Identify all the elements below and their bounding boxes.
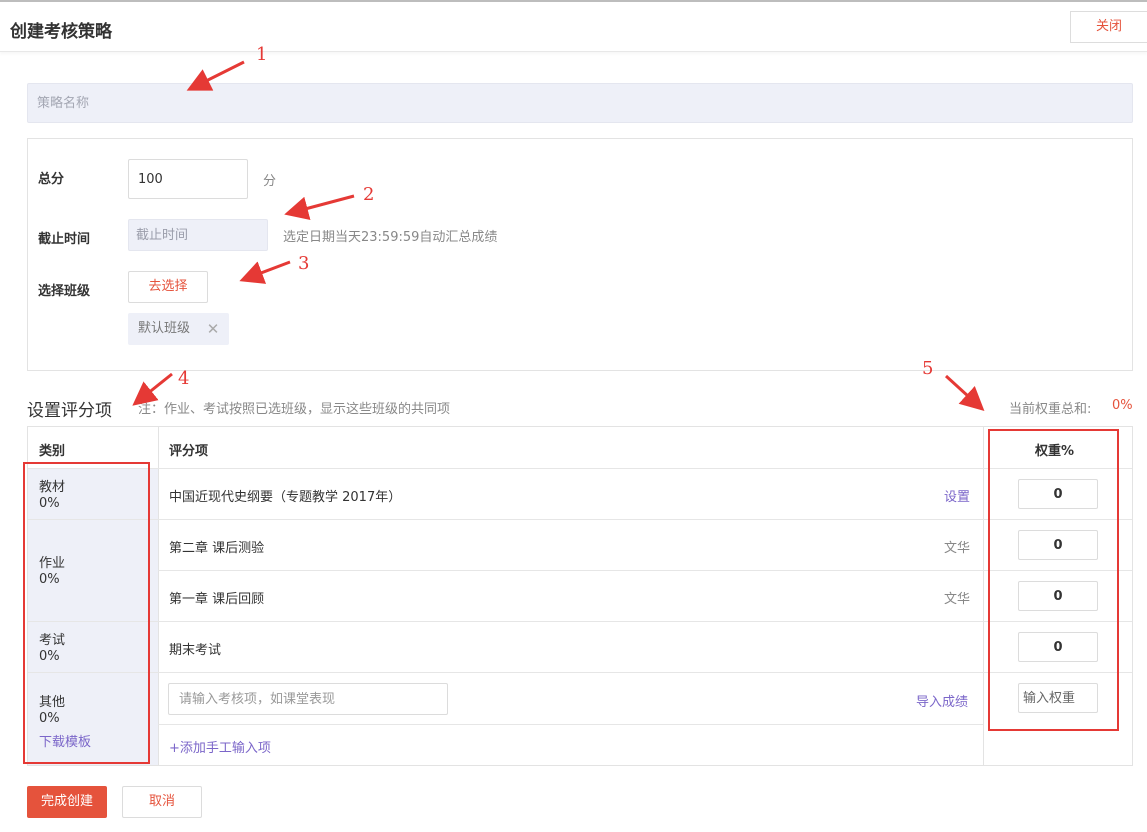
item-textbook: 中国近现代史纲要（专题教学 2017年） <box>169 490 402 505</box>
row-divider <box>28 621 1132 622</box>
deadline-input[interactable] <box>128 219 268 251</box>
item-settings-link[interactable]: 设置 <box>944 486 970 505</box>
choose-class-button[interactable]: 去选择 <box>128 271 208 303</box>
deadline-label: 截止时间 <box>38 232 91 247</box>
class-tag: 默认班级 ✕ <box>128 313 229 345</box>
annotation-number: 1 <box>256 44 268 65</box>
submit-button[interactable]: 完成创建 <box>27 786 107 818</box>
header-category: 类别 <box>39 444 66 459</box>
page-title: 创建考核策略 <box>10 22 112 42</box>
category-other-pct: 0% <box>39 711 60 726</box>
column-divider <box>158 427 159 765</box>
total-score-input[interactable] <box>128 159 248 199</box>
category-exam-pct: 0% <box>39 649 60 664</box>
category-homework: 作业 <box>39 556 66 571</box>
category-homework-pct: 0% <box>39 572 60 587</box>
item-author: 文华 <box>944 541 971 556</box>
category-other: 其他 <box>39 695 66 710</box>
category-textbook-pct: 0% <box>39 496 60 511</box>
annotation-number: 5 <box>922 358 934 379</box>
header-weight: 权重% <box>1035 444 1075 459</box>
row-divider <box>28 672 1132 673</box>
page-header: 创建考核策略 关闭 <box>0 2 1147 52</box>
category-textbook: 教材 <box>39 480 66 495</box>
close-icon[interactable]: ✕ <box>204 313 222 345</box>
cancel-button[interactable]: 取消 <box>122 786 202 818</box>
weight-sum-value: 0% <box>1112 398 1133 413</box>
item-homework-2: 第一章 课后回顾 <box>169 592 265 607</box>
weight-input-homework-1[interactable] <box>1018 530 1098 560</box>
weight-input-final-exam[interactable] <box>1018 632 1098 662</box>
row-divider <box>158 570 1132 571</box>
score-unit: 分 <box>263 174 277 189</box>
annotation-arrow-5 <box>944 374 985 412</box>
total-score-label: 总分 <box>38 172 65 187</box>
item-final-exam: 期末考试 <box>169 643 222 658</box>
row-divider <box>28 519 1132 520</box>
item-homework-1: 第二章 课后测验 <box>169 541 265 556</box>
add-manual-item-link[interactable]: +添加手工输入项 <box>169 737 271 756</box>
column-divider <box>983 427 984 765</box>
header-item: 评分项 <box>169 444 209 459</box>
annotation-number: 2 <box>363 184 375 205</box>
annotation-number: 3 <box>298 253 310 274</box>
strategy-name-input[interactable] <box>27 83 1133 123</box>
import-scores-link[interactable]: 导入成绩 <box>916 691 968 710</box>
section-title: 设置评分项 <box>27 401 112 421</box>
class-tag-label: 默认班级 <box>138 321 191 336</box>
other-item-input[interactable] <box>168 683 448 715</box>
annotation-number: 4 <box>178 368 190 389</box>
class-label: 选择班级 <box>38 284 91 299</box>
weight-input-other[interactable] <box>1018 683 1098 713</box>
scoring-table: 类别 评分项 权重% 教材 0% 作业 0% 考试 0% 其他 0% 下载模板 … <box>27 426 1133 766</box>
weight-input-homework-2[interactable] <box>1018 581 1098 611</box>
weight-sum-label: 当前权重总和: <box>1009 402 1092 417</box>
row-divider <box>28 468 1132 469</box>
row-divider <box>158 724 983 725</box>
download-template-link[interactable]: 下载模板 <box>39 731 91 750</box>
item-author: 文华 <box>944 592 971 607</box>
weight-input-textbook[interactable] <box>1018 479 1098 509</box>
deadline-hint: 选定日期当天23:59:59自动汇总成绩 <box>283 230 498 245</box>
section-note: 注：作业、考试按照已选班级，显示这些班级的共同项 <box>138 402 451 417</box>
category-exam: 考试 <box>39 633 66 648</box>
close-button[interactable]: 关闭 <box>1070 11 1147 43</box>
